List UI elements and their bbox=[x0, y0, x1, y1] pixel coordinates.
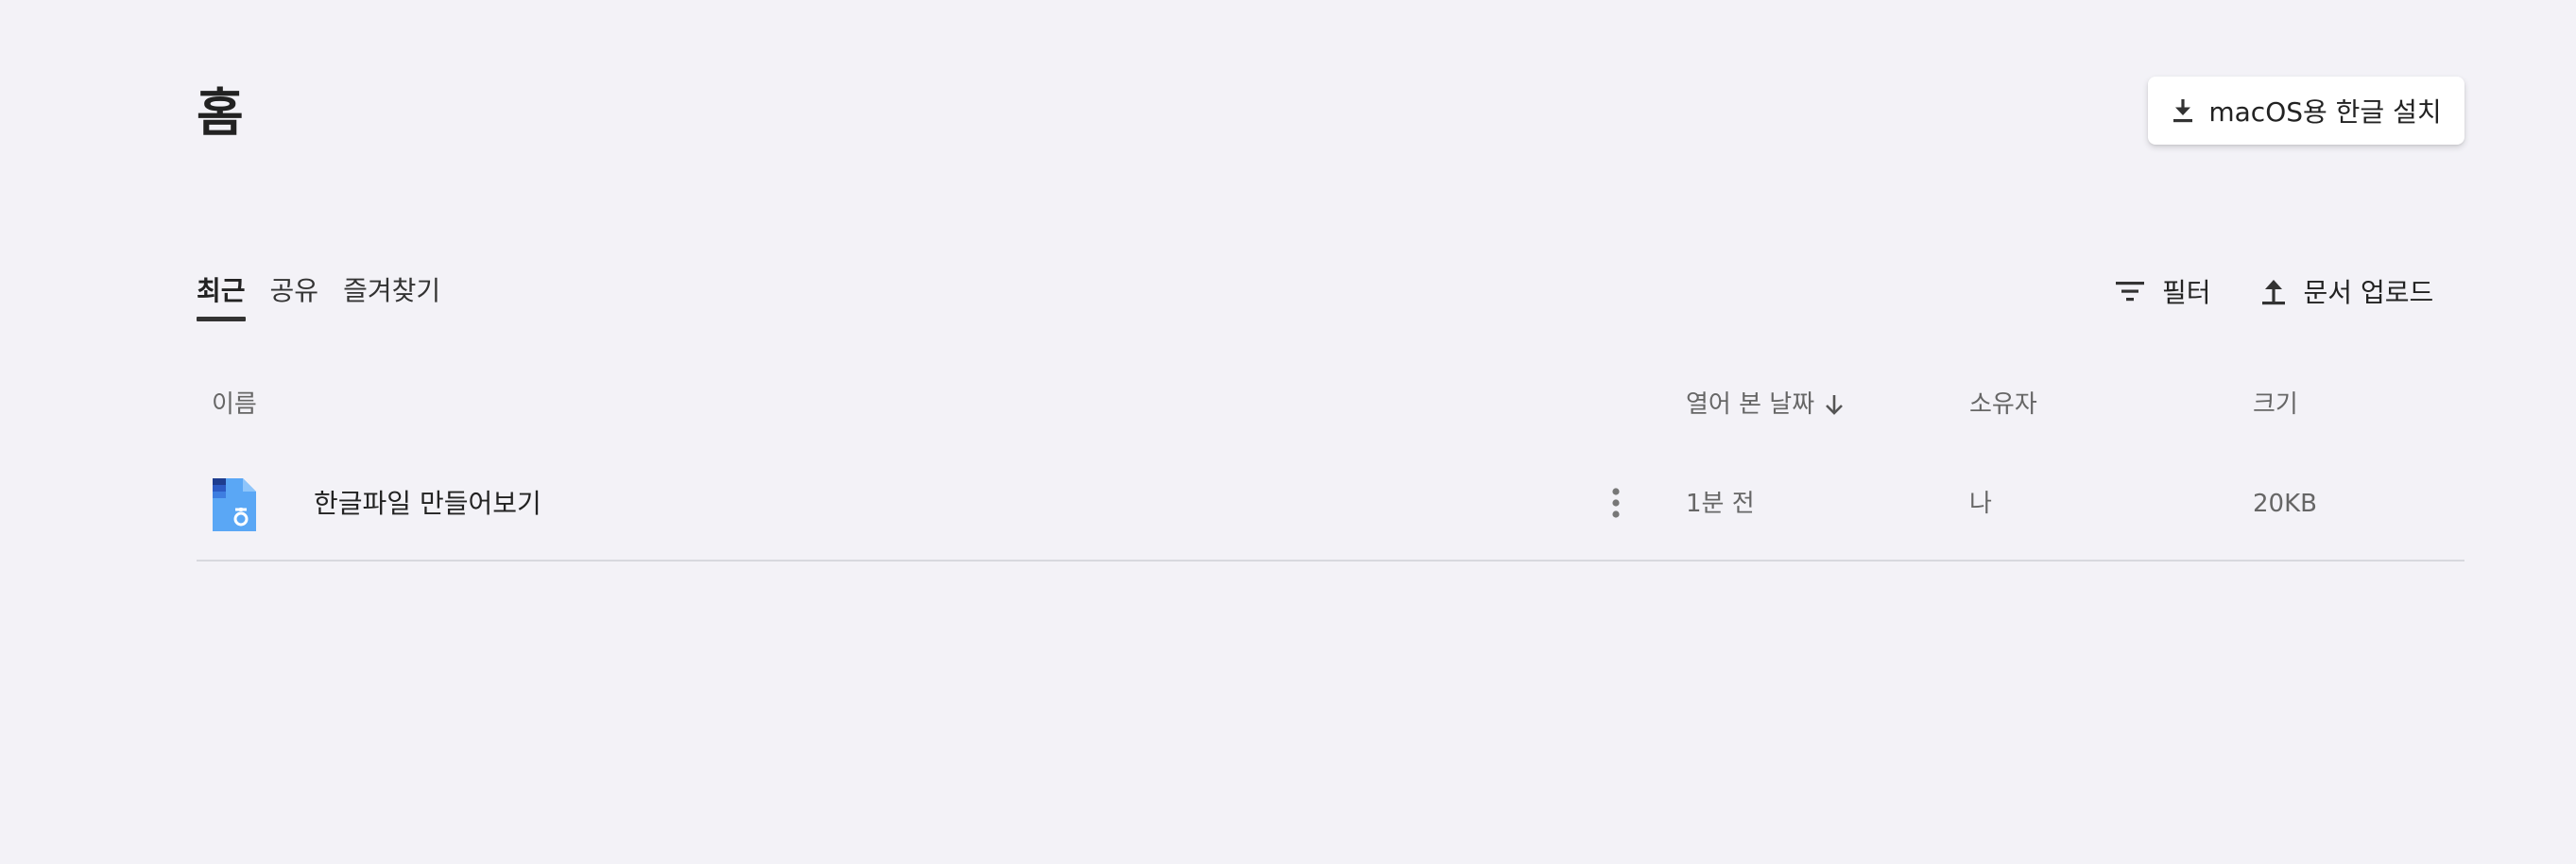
column-header-owner-label: 소유자 bbox=[1969, 390, 2037, 419]
upload-document-button[interactable]: 문서 업로드 bbox=[2260, 272, 2434, 310]
tab-bar: 최근 공유 즐겨찾기 bbox=[197, 270, 440, 323]
file-opened-date: 1분 전 bbox=[1686, 490, 1755, 518]
install-macos-button[interactable]: macOS용 한글 설치 bbox=[2148, 77, 2464, 145]
file-owner: 나 bbox=[1969, 490, 1992, 518]
upload-icon bbox=[2260, 277, 2287, 305]
column-header-opened-label: 열어 본 날짜 bbox=[1686, 390, 1815, 419]
column-header-name-label: 이름 bbox=[212, 390, 257, 419]
column-header-opened[interactable]: 열어 본 날짜 bbox=[1686, 388, 1845, 422]
list-actions: 필터 문서 업로드 bbox=[2115, 270, 2433, 312]
hwp-document-icon bbox=[213, 478, 256, 535]
page-title: 홈 bbox=[197, 83, 244, 143]
tab-shared[interactable]: 공유 bbox=[270, 270, 319, 323]
column-header-owner[interactable]: 소유자 bbox=[1969, 388, 2037, 422]
column-header-size[interactable]: 크기 bbox=[2253, 388, 2298, 422]
column-header-size-label: 크기 bbox=[2253, 390, 2298, 419]
install-macos-label: macOS용 한글 설치 bbox=[2208, 96, 2442, 128]
filter-icon bbox=[2115, 278, 2145, 304]
file-size: 20KB bbox=[2253, 490, 2317, 518]
tab-recent[interactable]: 최근 bbox=[197, 270, 246, 323]
more-options-icon[interactable] bbox=[1605, 480, 1627, 526]
column-header-name[interactable]: 이름 bbox=[212, 388, 257, 422]
filter-button[interactable]: 필터 bbox=[2115, 272, 2211, 310]
filter-label: 필터 bbox=[2162, 277, 2211, 308]
arrow-down-icon bbox=[1824, 393, 1845, 416]
tab-favorites[interactable]: 즐겨찾기 bbox=[343, 270, 440, 323]
file-name[interactable]: 한글파일 만들어보기 bbox=[314, 486, 541, 522]
table-row[interactable]: 한글파일 만들어보기 1분 전 나 20KB bbox=[197, 469, 2464, 562]
download-icon bbox=[2171, 97, 2195, 124]
upload-document-label: 문서 업로드 bbox=[2303, 277, 2434, 308]
